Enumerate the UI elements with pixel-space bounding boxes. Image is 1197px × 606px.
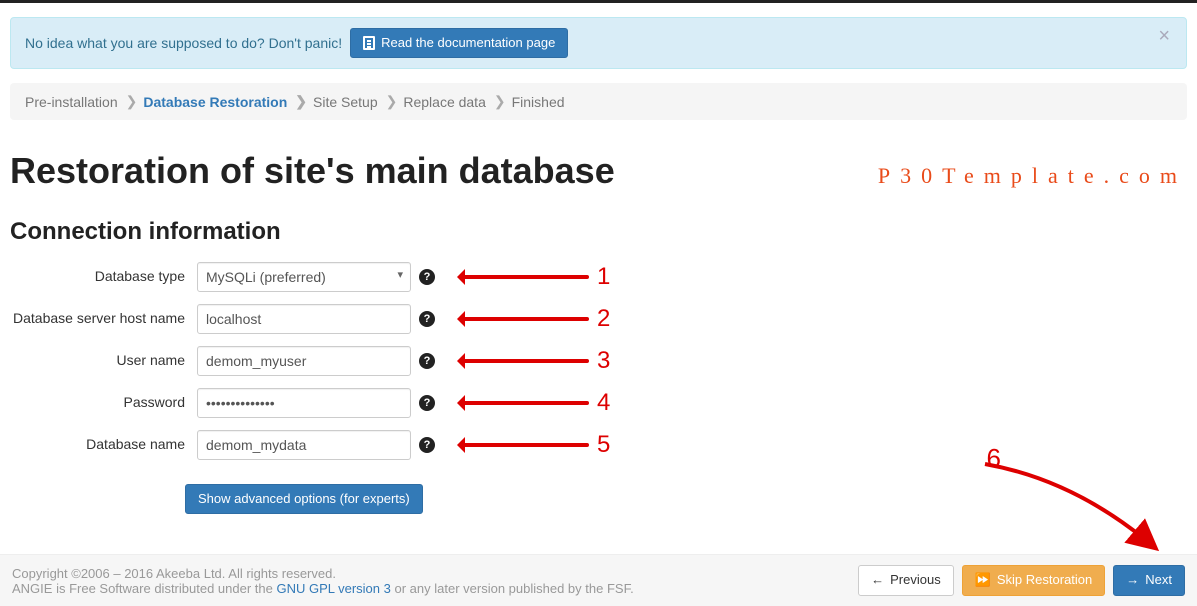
db-type-label: Database type [10, 262, 185, 284]
footer-text: Copyright ©2006 – 2016 Akeeba Ltd. All r… [12, 566, 634, 596]
field-password: Password ? 4 [10, 388, 1187, 418]
password-label: Password [10, 388, 185, 410]
annotation-1: 1 [449, 263, 610, 291]
chevron-right-icon: ❯ [126, 93, 138, 110]
chevron-right-icon: ❯ [295, 93, 307, 110]
breadcrumb: Pre-installation ❯ Database Restoration … [10, 83, 1187, 120]
field-user: User name ? 3 [10, 346, 1187, 376]
user-input[interactable] [197, 346, 411, 376]
host-label: Database server host name [10, 304, 185, 326]
info-alert: No idea what you are supposed to do? Don… [10, 17, 1187, 69]
footer: Copyright ©2006 – 2016 Akeeba Ltd. All r… [0, 554, 1197, 605]
db-type-select[interactable]: MySQLi (preferred) [197, 262, 411, 292]
top-border [0, 0, 1197, 3]
password-input[interactable] [197, 388, 411, 418]
breadcrumb-step[interactable]: Replace data ❯ [403, 93, 505, 110]
annotation-2: 2 [449, 305, 610, 333]
arrow-left-icon [449, 438, 589, 452]
skip-restoration-button[interactable]: Skip Restoration [962, 565, 1106, 595]
field-dbname: Database name ? 5 [10, 430, 1187, 460]
page-title: Restoration of site's main database [10, 150, 615, 192]
license-line: ANGIE is Free Software distributed under… [12, 581, 634, 596]
chevron-right-icon: ❯ [494, 93, 506, 110]
read-docs-button[interactable]: Read the documentation page [350, 28, 568, 58]
chevron-right-icon: ❯ [386, 93, 398, 110]
help-icon[interactable]: ? [419, 311, 435, 327]
arrow-left-icon [449, 396, 589, 410]
annotation-3: 3 [449, 347, 610, 375]
annotation-4: 4 [449, 389, 610, 417]
help-icon[interactable]: ? [419, 269, 435, 285]
section-title: Connection information [10, 218, 1187, 246]
dbname-label: Database name [10, 430, 185, 452]
fast-forward-icon [975, 571, 991, 589]
arrow-left-icon [449, 354, 589, 368]
copyright-line: Copyright ©2006 – 2016 Akeeba Ltd. All r… [12, 566, 634, 581]
arrow-left-icon [449, 270, 589, 284]
help-icon[interactable]: ? [419, 353, 435, 369]
arrow-left-icon [449, 312, 589, 326]
breadcrumb-step[interactable]: Finished [512, 93, 565, 110]
alert-close-button[interactable]: × [1152, 24, 1176, 49]
document-icon [363, 36, 375, 50]
help-icon[interactable]: ? [419, 437, 435, 453]
previous-button[interactable]: Previous [858, 565, 954, 595]
read-docs-label: Read the documentation page [381, 34, 555, 52]
host-input[interactable] [197, 304, 411, 334]
user-label: User name [10, 346, 185, 368]
help-icon[interactable]: ? [419, 395, 435, 411]
dbname-input[interactable] [197, 430, 411, 460]
footer-buttons: Previous Skip Restoration Next [858, 565, 1185, 595]
breadcrumb-step[interactable]: Pre-installation ❯ [25, 93, 137, 110]
arrow-right-small-icon [1126, 571, 1139, 589]
field-host: Database server host name ? 2 [10, 304, 1187, 334]
show-advanced-button[interactable]: Show advanced options (for experts) [185, 484, 423, 514]
arrow-left-small-icon [871, 571, 884, 589]
watermark-text: P30Template.com [878, 163, 1187, 189]
field-db-type: Database type MySQLi (preferred) ? 1 [10, 262, 1187, 292]
alert-text: No idea what you are supposed to do? Don… [25, 35, 342, 51]
breadcrumb-step-active[interactable]: Database Restoration ❯ [143, 93, 307, 110]
annotation-5: 5 [449, 431, 610, 459]
license-link[interactable]: GNU GPL version 3 [276, 581, 390, 596]
breadcrumb-step[interactable]: Site Setup ❯ [313, 93, 397, 110]
next-button[interactable]: Next [1113, 565, 1185, 595]
